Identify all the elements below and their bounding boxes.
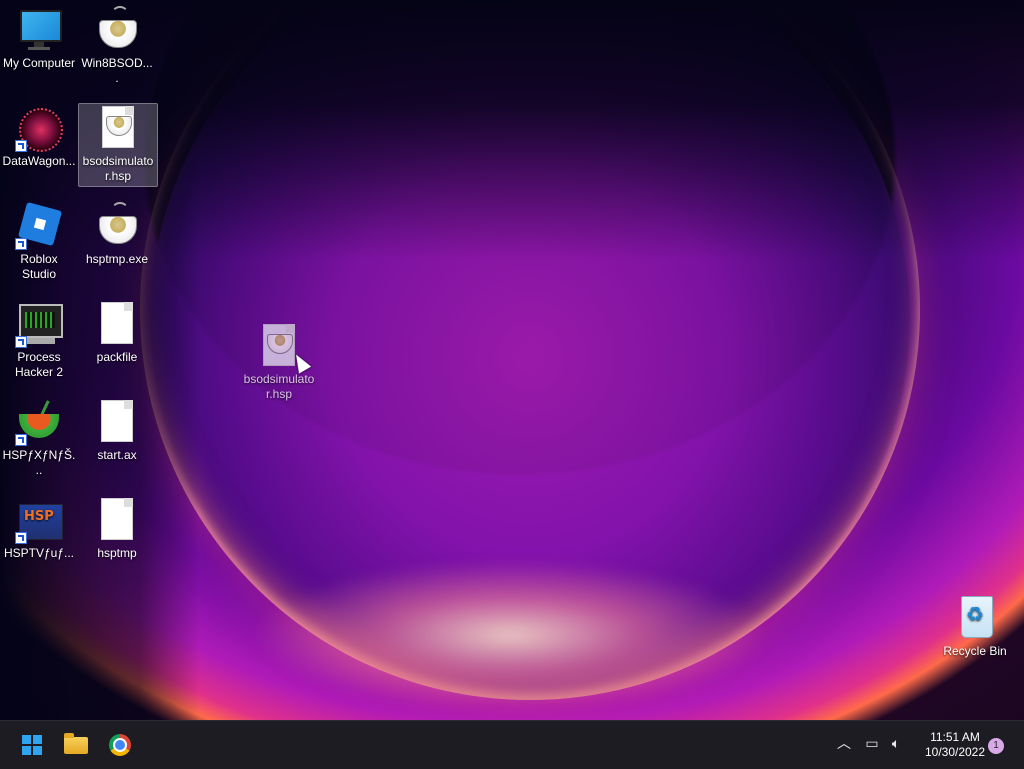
desktop-icon-process-hacker[interactable]: Process Hacker 2 (0, 300, 78, 380)
network-icon[interactable]: ▭ (862, 733, 882, 755)
windows-logo-icon (22, 735, 42, 755)
shortcut-arrow-icon (15, 238, 27, 250)
desktop-icon-label: Win8BSOD.... (81, 56, 153, 85)
shortcut-arrow-icon (15, 140, 27, 152)
desktop-icon-hsptmp[interactable]: hsptmp (78, 496, 156, 561)
desktop-icon-hsptv[interactable]: HSPTVƒuƒ... (0, 496, 78, 561)
desktop-icon-start-ax[interactable]: start.ax (78, 398, 156, 463)
hsp-file-icon (94, 104, 142, 152)
desktop-icon-label: HSPƒXƒNƒŠ... (2, 448, 76, 477)
shortcut-arrow-icon (15, 532, 27, 544)
hsp-cup-icon (93, 6, 141, 54)
taskbar: ︿ ▭ 🔈︎ 11:51 AM 10/30/2022 1 (0, 720, 1024, 769)
desktop-icon-label: bsodsimulator.hsp (82, 154, 154, 183)
desktop-icon-recycle-bin[interactable]: Recycle Bin (936, 594, 1014, 659)
chrome-button[interactable] (102, 727, 138, 763)
monitor-icon (15, 6, 63, 54)
desktop-icon-label: DataWagon... (2, 154, 76, 168)
blank-file-icon (93, 496, 141, 544)
recycle-bin-icon (951, 594, 999, 642)
hsp-cup-icon (93, 202, 141, 250)
wallpaper-glow (250, 560, 770, 710)
desktop-icon-hsptmp-exe[interactable]: hsptmp.exe (78, 202, 156, 267)
chrome-icon (109, 734, 131, 756)
desktop-icon-label: HSPTVƒuƒ... (3, 546, 75, 560)
datawagon-icon (15, 104, 63, 152)
desktop-icon-datawagon[interactable]: DataWagon... (0, 104, 78, 169)
hsptv-icon (15, 496, 63, 544)
hsp-bowl-icon (15, 398, 63, 446)
folder-icon (64, 733, 88, 754)
desktop-icon-label: start.ax (97, 448, 137, 462)
desktop-icon-my-computer[interactable]: My Computer (0, 6, 78, 71)
desktop-icon-label: Roblox Studio (20, 252, 58, 281)
start-button[interactable] (14, 727, 50, 763)
taskbar-clock[interactable]: 11:51 AM 10/30/2022 (914, 730, 996, 760)
desktop-icon-bsodsimulator-hsp[interactable]: bsodsimulator.hsp (78, 103, 158, 187)
desktop-icon-hsp-script-editor[interactable]: HSPƒXƒNƒŠ... (0, 398, 78, 478)
shortcut-arrow-icon (15, 336, 27, 348)
desktop-icon-label: Process Hacker 2 (14, 350, 64, 379)
drag-ghost-label: bsodsimulator.hsp (243, 372, 315, 401)
desktop-icon-label: Recycle Bin (943, 644, 1007, 658)
desktop-icon-packfile[interactable]: packfile (78, 300, 156, 365)
clock-time: 11:51 AM (930, 730, 980, 744)
notification-badge[interactable]: 1 (988, 738, 1004, 754)
chevron-up-icon[interactable]: ︿ (834, 733, 854, 755)
blank-file-icon (93, 300, 141, 348)
desktop-icon-label: packfile (96, 350, 138, 364)
volume-icon[interactable]: 🔈︎ (886, 733, 906, 755)
desktop-icon-label: hsptmp.exe (85, 252, 149, 266)
file-explorer-button[interactable] (58, 727, 94, 763)
clock-date: 10/30/2022 (924, 745, 986, 759)
roblox-icon (15, 201, 63, 250)
desktop-icon-label: hsptmp (97, 546, 137, 560)
shortcut-arrow-icon (15, 434, 27, 446)
desktop-icon-roblox-studio[interactable]: Roblox Studio (0, 201, 78, 282)
desktop-icon-win8bsod[interactable]: Win8BSOD.... (78, 6, 156, 86)
blank-file-icon (93, 398, 141, 446)
desktop-icon-label: My Computer (2, 56, 76, 70)
process-hacker-icon (15, 300, 63, 348)
